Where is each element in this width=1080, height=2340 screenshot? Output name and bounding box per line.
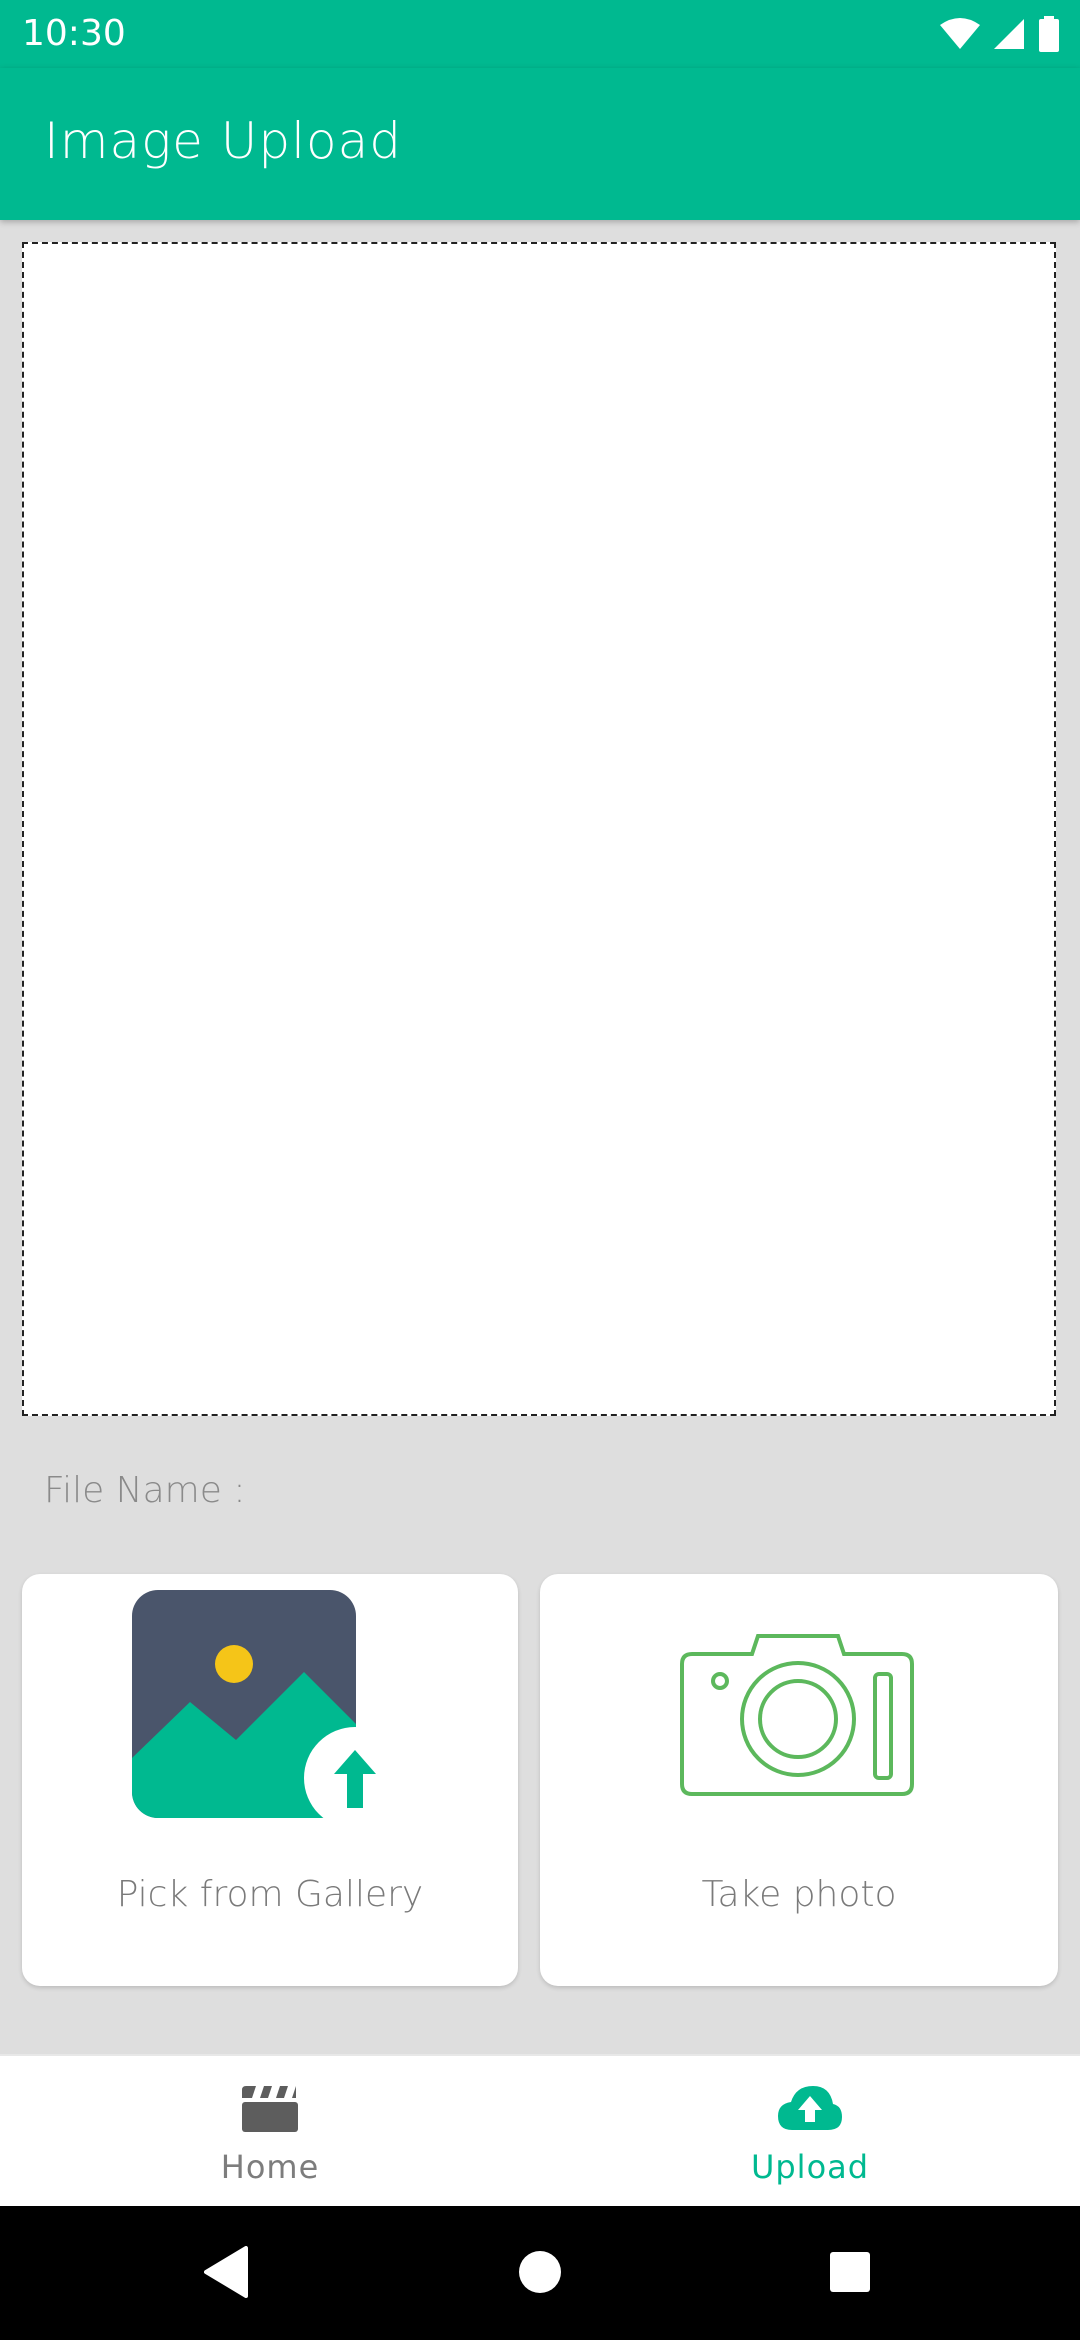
nav-item-home[interactable]: Home — [0, 2056, 540, 2208]
clapperboard-icon — [242, 2086, 298, 2132]
app-bar: Image Upload — [0, 68, 1080, 220]
nav-label-upload: Upload — [750, 2148, 870, 2186]
status-time: 10:30 — [22, 13, 126, 54]
bottom-navigation: Home Upload — [0, 2054, 1080, 2206]
signal-icon — [994, 19, 1024, 49]
nav-label-home: Home — [220, 2148, 320, 2186]
nav-item-upload[interactable]: Upload — [540, 2056, 1080, 2208]
home-circle-icon[interactable] — [518, 2246, 562, 2298]
file-name-label: File Name : — [44, 1470, 246, 1511]
image-preview-area — [22, 242, 1056, 1416]
gallery-upload-icon — [132, 1590, 406, 1829]
cloud-upload-icon — [778, 2086, 842, 2130]
camera-label: Take photo — [701, 1874, 897, 1915]
camera-icon — [680, 1634, 914, 1796]
recents-icon[interactable] — [828, 2246, 872, 2298]
status-bar: 10:30 — [0, 0, 1080, 68]
page-title: Image Upload — [44, 112, 402, 170]
status-icons — [940, 14, 1060, 54]
back-icon[interactable] — [204, 2246, 248, 2298]
system-navigation-bar — [0, 2206, 1080, 2340]
pick-from-gallery-button[interactable]: Pick from Gallery — [22, 1574, 518, 1986]
take-photo-button[interactable]: Take photo — [540, 1574, 1058, 1986]
wifi-icon — [940, 18, 980, 49]
gallery-label: Pick from Gallery — [116, 1874, 424, 1915]
battery-icon — [1039, 16, 1059, 52]
